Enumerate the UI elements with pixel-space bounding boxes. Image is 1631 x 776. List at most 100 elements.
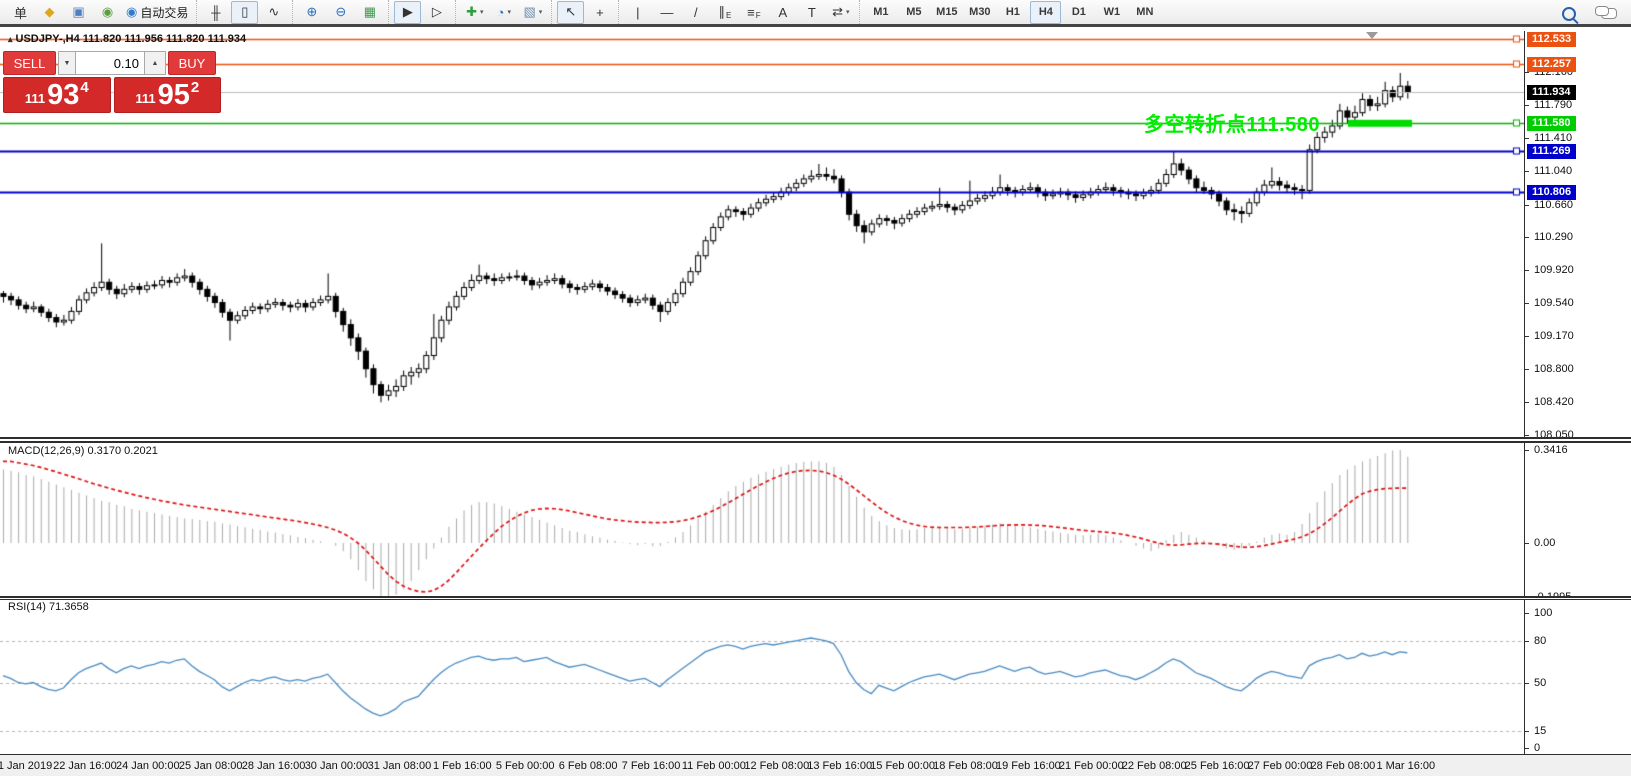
buy-price-small: 111: [135, 91, 156, 106]
sell-button[interactable]: SELL: [3, 51, 56, 75]
volume-decrease-button[interactable]: ▼: [58, 51, 76, 75]
indicators-icon[interactable]: ✚ ▾: [461, 1, 488, 24]
one-click-trade-panel: SELL ▼ 0.10 ▲ BUY 111 93 4 111 95 2: [3, 51, 221, 113]
text-icon[interactable]: A: [769, 1, 796, 24]
price-tick: 109.540: [1534, 297, 1574, 309]
panel-separator-macd[interactable]: [0, 437, 1631, 443]
time-label: 1 Feb 16:00: [432, 760, 492, 772]
tf-m30[interactable]: M30: [964, 1, 995, 24]
rsi-tick: 100: [1534, 607, 1553, 619]
time-label: 25 Feb 16:00: [1184, 760, 1250, 772]
tf-m5[interactable]: M5: [898, 1, 929, 24]
price-axis[interactable]: 112.160 111.790 111.410 111.040 110.660 110.2…: [1524, 31, 1631, 754]
autotrading-button[interactable]: ◉ 自动交易: [123, 1, 191, 24]
pivot-annotation[interactable]: 多空转折点111.580: [1058, 108, 1320, 137]
text-label-icon[interactable]: T: [798, 1, 825, 24]
price-tick-mark: [1525, 369, 1529, 370]
symbol-arrow-icon: ▴: [8, 34, 13, 44]
main-toolbar: 单 ◆ ▣ ◉ ◉ 自动交易 ╫ ▯ ∿ ⊕ ⊖ ▦ ▶ ▷ ✚ ▾ ◔ ▾ ▧ ▾ ↖ + | — / ∥ E ≡ F A T ⇄ ▾ M1 M5…: [0, 0, 1631, 27]
volume-increase-button[interactable]: ▲: [144, 51, 166, 75]
macd-tick-mark: [1525, 543, 1529, 544]
price-badge-111.934: 111.934: [1527, 85, 1576, 100]
search-icon[interactable]: [1555, 2, 1582, 25]
tf-m1[interactable]: M1: [865, 1, 896, 24]
zoom-out-icon[interactable]: ⊖: [327, 1, 354, 24]
signals-icon[interactable]: ◉: [94, 1, 121, 24]
chart-title-text: USDJPY-,H4 111.820 111.956 111.820 111.9…: [15, 33, 247, 45]
time-label: 21 Feb 00:00: [1058, 760, 1124, 772]
time-label: 12 Feb 08:00: [744, 760, 810, 772]
draw-group: | — / ∥ E ≡ F A T ⇄ ▾: [618, 0, 859, 24]
price-tick: 110.660: [1534, 199, 1573, 211]
time-label: 5 Feb 00:00: [495, 760, 555, 772]
price-tick-mark: [1525, 138, 1529, 139]
price-tick: 109.920: [1534, 264, 1574, 276]
tf-d1[interactable]: D1: [1063, 1, 1094, 24]
charts-window-icon[interactable]: ▣: [65, 1, 92, 24]
time-label: 21 Jan 2019: [0, 760, 53, 772]
sell-price-small: 111: [24, 91, 46, 106]
main-chart-canvas[interactable]: [0, 31, 1524, 437]
tf-m15[interactable]: M15: [931, 1, 962, 24]
time-label: 31 Jan 08:00: [367, 760, 432, 772]
macd-panel-canvas[interactable]: [0, 443, 1524, 597]
price-badge-111.580: 111.580: [1527, 116, 1576, 131]
time-label: 18 Feb 08:00: [933, 760, 998, 772]
candlestick-chart-icon[interactable]: ▯: [231, 0, 259, 24]
scroll-to-end-marker[interactable]: [1366, 32, 1378, 39]
chart-title: ▴ USDJPY-,H4 111.820 111.956 111.820 111.…: [8, 33, 246, 45]
time-label: 7 Feb 16:00: [621, 760, 681, 772]
cursor-group: ↖ +: [551, 0, 618, 24]
horizontal-line-icon[interactable]: —: [653, 1, 680, 24]
rsi-tick-mark: [1525, 641, 1529, 642]
time-axis[interactable]: 21 Jan 201922 Jan 16:0024 Jan 00:0025 Ja…: [0, 754, 1631, 776]
price-tick-mark: [1525, 105, 1529, 106]
rsi-tick: 0: [1534, 742, 1541, 754]
zoom-in-icon[interactable]: ⊕: [298, 1, 325, 24]
mt4-window: 单 ◆ ▣ ◉ ◉ 自动交易 ╫ ▯ ∿ ⊕ ⊖ ▦ ▶ ▷ ✚ ▾ ◔ ▾ ▧ ▾ ↖ + | — / ∥ E ≡ F A T ⇄ ▾ M1 M5…: [0, 0, 1631, 776]
panel-separator-rsi[interactable]: [0, 596, 1631, 600]
autoscroll-icon[interactable]: ▶: [394, 0, 422, 24]
tile-windows-icon[interactable]: ▦: [356, 1, 383, 24]
price-tick: 109.170: [1534, 330, 1574, 342]
vertical-line-icon[interactable]: |: [624, 1, 651, 24]
tf-mn[interactable]: MN: [1129, 1, 1160, 24]
buy-price-tile[interactable]: 111 95 2: [113, 77, 221, 113]
chat-icon[interactable]: [1594, 2, 1622, 25]
rsi-panel-canvas[interactable]: [0, 600, 1524, 754]
volume-input[interactable]: 0.10: [76, 51, 144, 75]
price-tick-mark: [1525, 237, 1529, 238]
tf-h1[interactable]: H1: [997, 1, 1028, 24]
buy-price-sup: 2: [190, 79, 200, 96]
time-label: 28 Feb 08:00: [1310, 760, 1376, 772]
time-label: 25 Jan 08:00: [178, 760, 243, 772]
time-label: 11 Feb 00:00: [681, 760, 746, 772]
equidistant-channel-icon[interactable]: ∥ E: [711, 1, 738, 24]
price-tick: 111.040: [1534, 165, 1573, 177]
tf-h4[interactable]: H4: [1030, 0, 1062, 24]
time-label: 30 Jan 00:00: [304, 760, 369, 772]
scroll-group: ▶ ▷: [388, 0, 455, 24]
chart-shift-icon[interactable]: ▷: [423, 1, 450, 24]
arrows-icon[interactable]: ⇄ ▾: [827, 1, 854, 24]
time-label: 1 Mar 16:00: [1376, 760, 1436, 772]
price-badge-111.269: 111.269: [1527, 144, 1576, 159]
tf-w1[interactable]: W1: [1096, 1, 1127, 24]
time-label: 13 Feb 16:00: [807, 760, 873, 772]
profile-icon[interactable]: ◆: [36, 1, 63, 24]
sell-price-tile[interactable]: 111 93 4: [3, 77, 111, 113]
trendline-icon[interactable]: /: [682, 1, 709, 24]
fibonacci-icon[interactable]: ≡ F: [740, 1, 767, 24]
price-tick-mark: [1525, 171, 1529, 172]
templates-icon[interactable]: ▧ ▾: [519, 1, 546, 24]
cursor-icon[interactable]: ↖: [557, 0, 585, 24]
rsi-tick-mark: [1525, 683, 1529, 684]
bar-chart-icon[interactable]: ╫: [202, 1, 229, 24]
new-order-button[interactable]: 单: [7, 1, 34, 24]
crosshair-icon[interactable]: +: [586, 1, 613, 24]
line-chart-icon[interactable]: ∿: [260, 1, 287, 24]
trade-group: 单 ◆ ▣ ◉ ◉ 自动交易: [2, 0, 196, 24]
price-tick-mark: [1525, 72, 1529, 73]
periods-icon[interactable]: ◔ ▾: [490, 1, 517, 24]
buy-button[interactable]: BUY: [168, 51, 216, 75]
